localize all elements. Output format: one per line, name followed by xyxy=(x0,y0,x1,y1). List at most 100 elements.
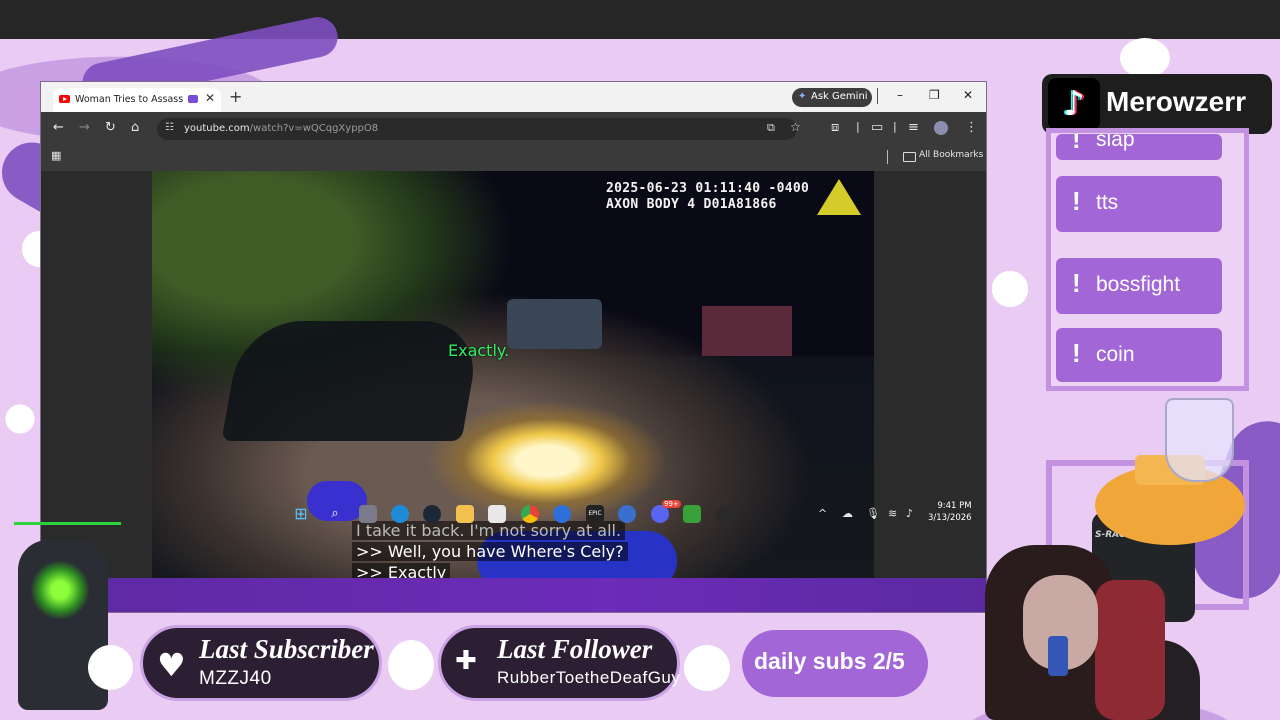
clock-date: 3/13/2026 xyxy=(928,513,972,523)
tab-strip: Woman Tries to Assassinate ✕ + ✦ Ask Gem… xyxy=(41,82,986,112)
site-info-icon[interactable]: ☷ xyxy=(165,122,174,133)
edge-icon[interactable] xyxy=(391,505,409,523)
tiktok-username: Merowzerr xyxy=(1106,86,1247,117)
minimize-button[interactable]: – xyxy=(897,88,903,102)
command-label: tts xyxy=(1096,191,1119,214)
daily-subs-text: daily subs 2/5 xyxy=(754,648,905,674)
camera-id-line: AXON BODY 4 D01A81866 xyxy=(606,197,777,212)
cat-sticker xyxy=(88,645,133,690)
store-icon[interactable] xyxy=(488,505,506,523)
search-icon[interactable]: ⌕ xyxy=(326,505,344,523)
obs-icon[interactable] xyxy=(716,505,734,523)
last-follower-title: Last Follower xyxy=(497,634,653,664)
last-subscriber-widget: ♥ Last Subscriber MZZJ40 xyxy=(140,625,382,701)
command-label: bossfight xyxy=(1096,273,1181,296)
url-text: youtube.com/watch?v=wQCqgXyppO8 xyxy=(184,123,378,134)
command-coin: ! coin xyxy=(1056,328,1222,382)
divider-icon: | xyxy=(893,120,897,133)
file-explorer-icon[interactable] xyxy=(456,505,474,523)
close-tab-icon[interactable]: ✕ xyxy=(205,91,215,105)
chrome-icon[interactable] xyxy=(521,505,539,523)
back-icon[interactable]: ← xyxy=(53,120,64,135)
minecraft-icon[interactable] xyxy=(683,505,701,523)
install-icon[interactable]: ⧉ xyxy=(767,121,775,135)
youtube-icon xyxy=(59,95,70,103)
apps-grid-icon[interactable]: ▦ xyxy=(51,149,61,162)
video-frame[interactable]: 2025-06-23 01:11:40 -0400 AXON BODY 4 D0… xyxy=(152,171,874,578)
forward-icon[interactable]: → xyxy=(79,120,90,135)
globe-app-icon[interactable] xyxy=(618,505,636,523)
address-bar[interactable]: ☷ youtube.com/watch?v=wQCqgXyppO8 ⧉ ☆ xyxy=(157,118,801,140)
ask-gemini-button[interactable]: ✦ Ask Gemini xyxy=(792,88,872,107)
gemini-icon: ✦ xyxy=(798,91,807,102)
streamer-hair-red xyxy=(1095,580,1165,720)
divider xyxy=(877,88,878,104)
menu-icon[interactable]: ⋮ xyxy=(965,120,978,135)
steam-icon[interactable] xyxy=(423,505,441,523)
windows-start-icon[interactable]: ⊞ xyxy=(292,505,310,523)
url-host: youtube.com xyxy=(184,123,250,134)
tab-youtube[interactable]: Woman Tries to Assassinate ✕ xyxy=(53,88,221,112)
maximize-button[interactable]: ❐ xyxy=(929,88,940,102)
add-person-icon: ✚ xyxy=(455,646,477,676)
task-view-icon[interactable] xyxy=(359,505,377,523)
cast-icon[interactable]: ▭ xyxy=(871,120,883,135)
taskbar-clock[interactable]: 9:41 PM 3/13/2026 xyxy=(928,500,972,524)
command-label: slap xyxy=(1096,134,1135,151)
cat-sticker xyxy=(1120,38,1170,78)
app-blue-icon[interactable] xyxy=(553,505,571,523)
armored-character xyxy=(0,520,125,720)
glass-jar-sticker xyxy=(1165,398,1234,482)
tray-chevron-icon[interactable]: ^ xyxy=(818,507,827,520)
ask-gemini-label: Ask Gemini xyxy=(811,91,868,102)
bodycam-timestamp: 2025-06-23 01:11:40 -0400 AXON BODY 4 D0… xyxy=(606,181,809,213)
url-path: /watch?v=wQCqgXyppO8 xyxy=(249,123,379,134)
profile-avatar[interactable] xyxy=(934,121,948,135)
heart-icon: ♥ xyxy=(157,646,186,684)
truck xyxy=(507,299,602,349)
epic-games-icon[interactable]: EPIC xyxy=(586,505,604,523)
axon-logo-icon xyxy=(817,179,861,215)
command-bossfight: ! bossfight xyxy=(1056,258,1222,314)
last-follower-widget: ✚ Last Follower RubberToetheDeafGuy xyxy=(438,625,680,701)
reload-icon[interactable]: ↻ xyxy=(105,120,116,135)
tiktok-logo-icon: ♪ xyxy=(1048,78,1100,130)
last-subscriber-name: MZZJ40 xyxy=(199,668,272,689)
bookmark-star-icon[interactable]: ☆ xyxy=(790,120,801,134)
discord-badge: 99+ xyxy=(662,500,681,508)
drink-cup xyxy=(1048,636,1068,676)
all-bookmarks[interactable]: All Bookmarks xyxy=(919,150,983,160)
extensions-icon[interactable]: ⧈ xyxy=(831,120,839,135)
new-tab-button[interactable]: + xyxy=(229,87,242,106)
video-overlay-text: Exactly. xyxy=(448,341,510,360)
divider-icon: | xyxy=(856,120,860,133)
microphone-icon[interactable]: 🎙 xyxy=(866,507,880,520)
command-tts: ! tts xyxy=(1056,176,1222,232)
cat-sticker xyxy=(684,645,730,691)
last-follower-name: RubberToetheDeafGuy xyxy=(497,668,681,687)
car-windshield xyxy=(221,321,483,441)
browser-window: Woman Tries to Assassinate ✕ + ✦ Ask Gem… xyxy=(40,81,987,613)
timestamp-line: 2025-06-23 01:11:40 -0400 xyxy=(606,181,810,196)
windows-taskbar xyxy=(41,578,986,612)
daily-subs-widget: daily subs 2/5 xyxy=(742,630,928,697)
wifi-icon[interactable]: ≋ xyxy=(888,507,897,520)
character-glow xyxy=(30,560,90,620)
command-label: coin xyxy=(1096,343,1135,366)
tab-title: Woman Tries to Assassinate xyxy=(75,94,183,105)
cat-sticker xyxy=(388,640,434,690)
clock-time: 9:41 PM xyxy=(937,501,972,511)
folder-icon xyxy=(903,152,916,162)
caption-line: I take it back. I'm not sorry at all. xyxy=(352,521,626,540)
last-subscriber-title: Last Subscriber xyxy=(199,634,374,664)
tray-cloud-icon[interactable]: ☁ xyxy=(842,507,853,520)
home-icon[interactable]: ⌂ xyxy=(131,120,139,135)
volume-icon[interactable]: ♪ xyxy=(906,507,913,520)
captions: I take it back. I'm not sorry at all. >>… xyxy=(352,521,628,578)
top-dark-bar xyxy=(0,0,1280,39)
shed xyxy=(702,306,792,356)
caption-line: >> Well, you have Where's Cely? xyxy=(352,542,628,561)
media-icon[interactable]: ≡ xyxy=(908,120,919,135)
recording-icon xyxy=(188,95,198,103)
close-window-button[interactable]: ✕ xyxy=(963,88,973,102)
